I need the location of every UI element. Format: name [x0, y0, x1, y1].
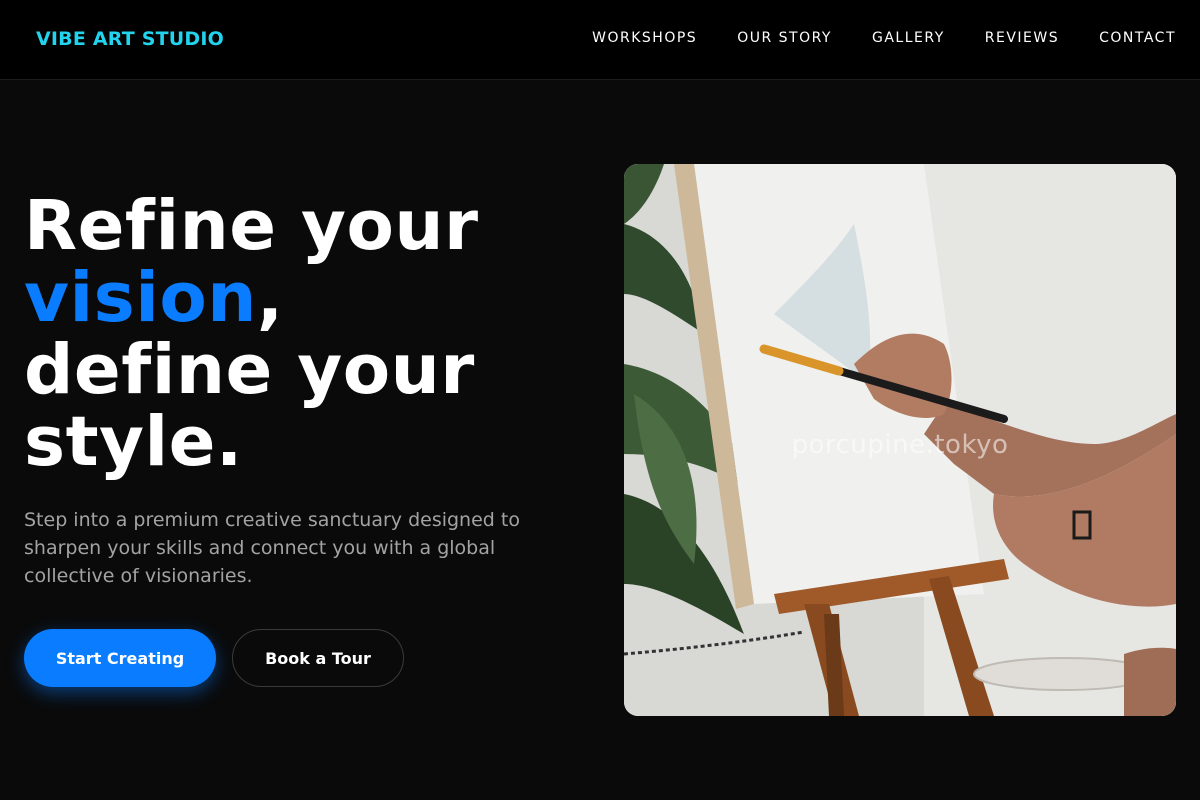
hero-painting-photo: porcupine.tokyo — [624, 164, 1176, 716]
nav-link-reviews[interactable]: REVIEWS — [985, 30, 1059, 46]
headline-line-1: Refine your — [24, 186, 479, 266]
nav-link-contact[interactable]: CONTACT — [1099, 30, 1176, 46]
start-creating-button[interactable]: Start Creating — [24, 629, 216, 687]
image-watermark: porcupine.tokyo — [791, 430, 1009, 460]
headline-line-3: define your — [24, 330, 475, 410]
hero-headline: Refine your vision, define your style. — [24, 190, 584, 478]
hero-subtext: Step into a premium creative sanctuary d… — [24, 509, 520, 587]
top-nav: VIBE ART STUDIO WORKSHOPS OUR STORY GALL… — [0, 0, 1200, 80]
book-tour-button[interactable]: Book a Tour — [232, 629, 404, 687]
headline-comma: , — [256, 258, 284, 338]
nav-link-workshops[interactable]: WORKSHOPS — [592, 30, 697, 46]
main-menu: WORKSHOPS OUR STORY GALLERY REVIEWS CONT… — [592, 30, 1176, 46]
headline-accent-word: vision — [24, 258, 257, 338]
brand-logo[interactable]: VIBE ART STUDIO — [36, 28, 224, 50]
nav-link-gallery[interactable]: GALLERY — [872, 30, 945, 46]
headline-line-4: style. — [24, 402, 243, 482]
nav-link-our-story[interactable]: OUR STORY — [737, 30, 832, 46]
